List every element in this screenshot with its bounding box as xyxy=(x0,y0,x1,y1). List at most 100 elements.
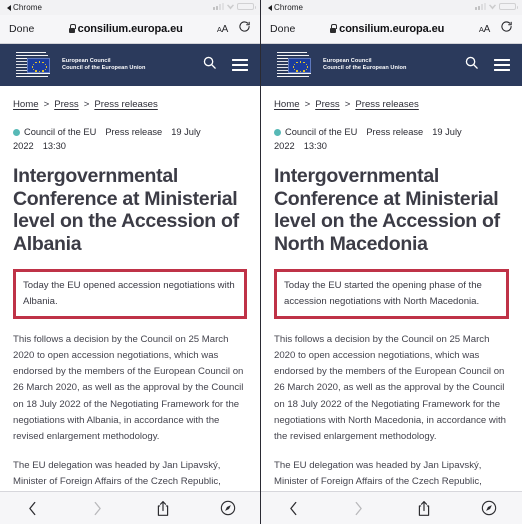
breadcrumb: Home > Press > Press releases xyxy=(274,86,509,110)
meta-source: Council of the EU xyxy=(285,127,358,137)
logo-line-1: European Council xyxy=(62,57,111,64)
council-of-the-eu-logo xyxy=(275,50,317,80)
meta-time: 13:30 xyxy=(42,141,66,152)
body-paragraph-2: The EU delegation was headed by Jan Lipa… xyxy=(13,459,221,487)
header-actions xyxy=(202,55,248,75)
meta-type: Press release xyxy=(105,127,163,137)
share-button[interactable] xyxy=(146,496,180,520)
dual-screenshot-comparison: Chrome Done consilium.europa.eu AA Europ… xyxy=(0,0,522,524)
left-phone-screenshot: Chrome Done consilium.europa.eu AA Europ… xyxy=(0,0,261,524)
tabs-button[interactable] xyxy=(211,496,245,520)
url-text: consilium.europa.eu xyxy=(339,23,445,35)
breadcrumb-item-press[interactable]: Press xyxy=(54,99,79,110)
logo-line-2: Council of the European Union xyxy=(323,65,407,71)
cellular-signal-icon xyxy=(213,3,224,10)
menu-button[interactable] xyxy=(232,59,248,71)
breadcrumb-separator: > xyxy=(43,99,50,110)
safari-compass-icon xyxy=(482,500,497,516)
reload-icon xyxy=(239,21,250,32)
reload-icon xyxy=(501,21,512,32)
text-size-big-a: A xyxy=(483,23,491,35)
article-content: Home > Press > Press releases Council of… xyxy=(0,86,260,524)
header-actions xyxy=(464,55,510,75)
meta-source: Council of the EU xyxy=(24,127,97,137)
logo-line-2: Council of the European Union xyxy=(62,65,146,71)
safari-compass-icon xyxy=(220,500,235,516)
ios-status-bar: Chrome xyxy=(0,0,260,15)
highlighted-lead-paragraph: Today the EU opened accession negotiatio… xyxy=(13,269,247,320)
body-paragraph-1: This follows a decision by the Council o… xyxy=(13,334,244,442)
lock-icon xyxy=(330,24,338,33)
triangle-left-icon xyxy=(268,4,272,11)
search-icon xyxy=(465,56,478,69)
breadcrumb-item-home[interactable]: Home xyxy=(274,99,300,110)
text-size-button[interactable]: AA xyxy=(479,24,490,35)
eu-flag-icon xyxy=(27,58,50,73)
body-paragraph-1: This follows a decision by the Council o… xyxy=(274,334,506,442)
reload-button[interactable] xyxy=(500,20,513,38)
address-field[interactable]: consilium.europa.eu xyxy=(296,23,479,35)
ios-status-bar: Chrome xyxy=(261,0,522,15)
done-button[interactable]: Done xyxy=(9,23,35,35)
site-header: European Council Council of the European… xyxy=(261,44,522,86)
back-to-chrome-button[interactable]: Chrome xyxy=(7,3,42,12)
back-to-chrome-button[interactable]: Chrome xyxy=(268,3,303,12)
breadcrumb-separator: > xyxy=(344,99,351,110)
breadcrumb-item-press-releases[interactable]: Press releases xyxy=(355,99,418,110)
breadcrumb-separator: > xyxy=(304,99,311,110)
battery-icon xyxy=(499,3,518,10)
lead-text: Today the EU opened accession negotiatio… xyxy=(23,280,235,307)
meta-time: 13:30 xyxy=(303,141,327,152)
right-phone-screenshot: Chrome Done consilium.europa.eu AA Europ… xyxy=(261,0,522,524)
breadcrumb-separator: > xyxy=(83,99,90,110)
lock-icon xyxy=(68,24,76,33)
back-to-chrome-label: Chrome xyxy=(274,3,304,12)
site-logo[interactable]: European Council Council of the European… xyxy=(14,50,202,80)
body-paragraph-2: The EU delegation was headed by Jan Lipa… xyxy=(274,459,482,487)
source-dot-icon xyxy=(13,128,20,136)
breadcrumb-item-press[interactable]: Press xyxy=(315,99,340,110)
menu-button[interactable] xyxy=(494,59,510,71)
breadcrumb: Home > Press > Press releases xyxy=(13,86,247,110)
page-title: Intergovernmental Conference at Minister… xyxy=(13,164,239,256)
cellular-signal-icon xyxy=(475,3,486,10)
text-size-big-a: A xyxy=(221,23,229,35)
back-button[interactable] xyxy=(16,496,50,520)
logo-text: European Council Council of the European… xyxy=(323,58,407,73)
highlighted-lead-paragraph: Today the EU started the opening phase o… xyxy=(274,269,509,320)
search-button[interactable] xyxy=(464,55,479,75)
site-logo[interactable]: European Council Council of the European… xyxy=(275,50,464,80)
eu-flag-icon xyxy=(288,58,311,73)
forward-button[interactable] xyxy=(342,496,376,520)
logo-text: European Council Council of the European… xyxy=(62,58,146,73)
hamburger-menu-icon xyxy=(232,59,248,62)
tabs-button[interactable] xyxy=(472,496,506,520)
chevron-left-icon xyxy=(29,501,36,515)
source-dot-icon xyxy=(274,128,281,136)
article-meta: Council of the EU Press release 19 July 20… xyxy=(13,125,247,154)
reload-button[interactable] xyxy=(238,20,251,38)
status-indicators xyxy=(213,3,256,10)
address-field[interactable]: consilium.europa.eu xyxy=(35,23,217,35)
share-icon xyxy=(418,500,430,516)
back-to-chrome-label: Chrome xyxy=(13,3,43,12)
council-of-the-eu-logo xyxy=(14,50,56,80)
back-button[interactable] xyxy=(277,496,311,520)
done-button[interactable]: Done xyxy=(270,23,296,35)
article-meta: Council of the EU Press release 19 July 20… xyxy=(274,125,509,154)
meta-type: Press release xyxy=(366,127,424,137)
status-indicators xyxy=(475,3,518,10)
breadcrumb-item-press-releases[interactable]: Press releases xyxy=(94,99,157,110)
hamburger-menu-icon xyxy=(494,59,510,62)
article-content: Home > Press > Press releases Council of… xyxy=(261,86,522,524)
search-button[interactable] xyxy=(202,55,217,75)
forward-button[interactable] xyxy=(81,496,115,520)
wifi-icon xyxy=(489,4,496,10)
breadcrumb-item-home[interactable]: Home xyxy=(13,99,39,110)
triangle-left-icon xyxy=(7,4,11,11)
page-title: Intergovernmental Conference at Minister… xyxy=(274,164,500,256)
safari-url-bar: Done consilium.europa.eu AA xyxy=(0,15,260,44)
share-button[interactable] xyxy=(407,496,441,520)
url-text: consilium.europa.eu xyxy=(77,23,183,35)
text-size-button[interactable]: AA xyxy=(217,24,228,35)
